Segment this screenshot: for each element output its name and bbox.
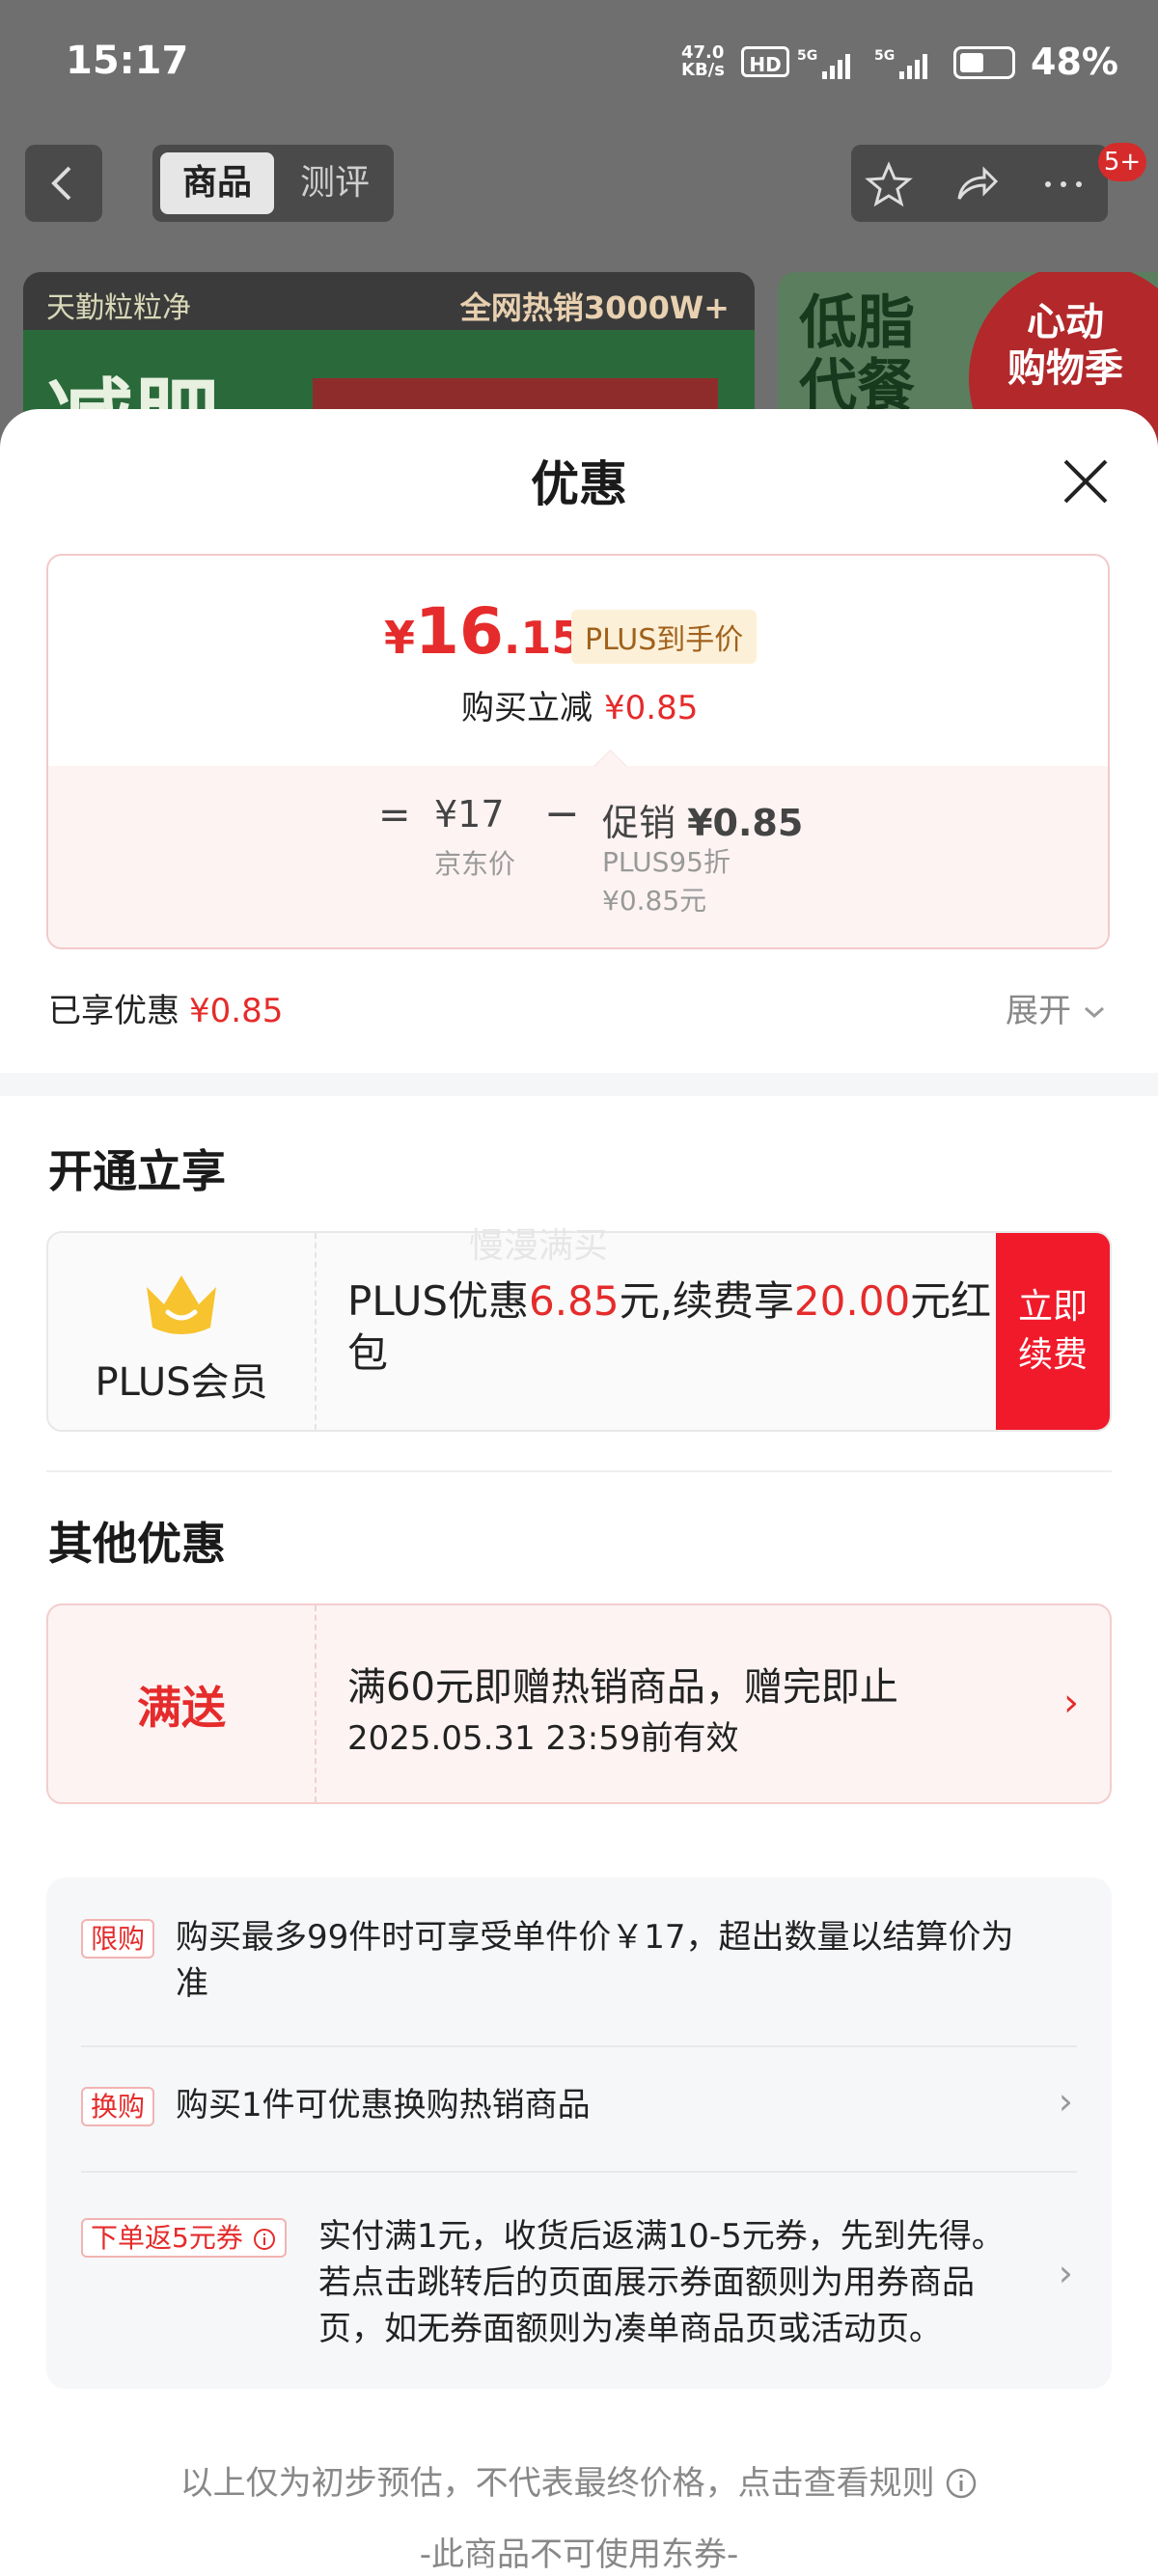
status-time: 15:17	[66, 39, 189, 83]
crown-icon	[147, 1275, 216, 1334]
top-actions	[851, 145, 1108, 222]
chevron-down-icon	[1084, 1006, 1104, 1019]
signal-icon-2: 5G	[874, 48, 938, 85]
promo-detail: PLUS95折 ¥0.85元	[602, 846, 731, 917]
estimate-disclaimer[interactable]: 以上仅为初步预估，不代表最终价格，点击查看规则	[0, 2456, 1158, 2504]
equals-sign: =	[378, 793, 411, 837]
chevron-right-icon: ›	[1063, 1681, 1079, 1725]
message-badge: 5+	[1098, 143, 1146, 181]
banner-badge: 心动 购物季	[1007, 300, 1123, 391]
renew-button[interactable]: 立即 续费	[996, 1233, 1110, 1430]
gift-description: 满60元即赠热销商品，赠完即止	[347, 1665, 898, 1710]
expand-button[interactable]: 展开	[1006, 984, 1107, 1031]
plus-price-tag: PLUS到手价	[571, 610, 758, 664]
tab-product[interactable]: 商品	[160, 152, 274, 214]
minus-sign: −	[544, 789, 580, 838]
close-icon[interactable]	[1060, 455, 1112, 507]
chevron-left-icon	[51, 166, 71, 201]
info-tag-limit: 限购	[81, 1918, 155, 1959]
network-speed: 47.0 KB/s	[681, 42, 725, 80]
other-section-title: 其他优惠	[48, 1518, 226, 1570]
info-separator	[81, 2171, 1077, 2173]
watermark: 慢漫满买	[469, 1226, 609, 1266]
back-button[interactable]	[25, 145, 102, 222]
no-coupon-note: -此商品不可使用东券-	[419, 2535, 739, 2574]
plus-member-label: PLUS会员	[95, 1360, 268, 1405]
battery-percent: 48%	[1031, 41, 1118, 83]
banner-sales: 全网热销3000W+	[459, 289, 730, 326]
more-icon[interactable]	[1034, 160, 1092, 208]
instant-reduction: 购买立减 ¥0.85	[461, 689, 699, 727]
info-row-coupon[interactable]: 下单返5元券 实付满1元，收货后返满10-5元券，先到先得。若点击跳转后的页面展…	[81, 2209, 1077, 2354]
plus-offer-text: PLUS优惠6.85元,续费享20.00元红包	[347, 1277, 992, 1377]
battery-icon	[953, 46, 1015, 79]
share-icon[interactable]	[951, 160, 1000, 208]
enjoyed-discount: 已享优惠 ¥0.85	[48, 992, 284, 1030]
svg-text:5G: 5G	[874, 48, 895, 64]
gift-tag: 满送	[137, 1682, 226, 1734]
status-bar: 15:17 47.0 KB/s HD 5G 5G 48%	[0, 0, 1158, 135]
signal-icon: 5G	[797, 48, 861, 85]
chevron-right-icon: ›	[1058, 2252, 1073, 2294]
info-tag-coupon: 下单返5元券	[81, 2217, 287, 2258]
info-icon	[947, 2468, 977, 2499]
info-icon	[253, 2229, 275, 2250]
banner-brand: 天勤粒粒净	[46, 291, 191, 325]
gift-promo-card[interactable]: 满送 满60元即赠热销商品，赠完即止 2025.05.31 23:59前有效 ›	[46, 1603, 1112, 1804]
chevron-right-icon: ›	[1058, 2080, 1073, 2123]
svg-text:5G: 5G	[797, 48, 817, 64]
jd-price-label: 京东价	[434, 848, 516, 880]
plus-final-price: ¥16.15	[384, 594, 583, 669]
info-separator	[81, 2045, 1077, 2047]
banner-title: 低脂 代餐	[799, 289, 915, 421]
gift-validity: 2025.05.31 23:59前有效	[347, 1719, 739, 1758]
info-text-exchange: 购买1件可优惠换购热销商品	[176, 2086, 591, 2124]
info-text-limit: 购买最多99件时可享受单件价￥17，超出数量以结算价为准	[176, 1918, 1014, 2003]
tab-review[interactable]: 测评	[284, 152, 386, 214]
jd-price: ¥17	[434, 793, 505, 836]
info-text-coupon: 实付满1元，收货后返满10-5元券，先到先得。若点击跳转后的页面展示券面额则为用…	[318, 2217, 1005, 2348]
page-tabs: 商品 测评	[152, 145, 394, 222]
open-section-title: 开通立享	[48, 1145, 226, 1197]
star-icon[interactable]	[865, 160, 913, 208]
hd-icon: HD	[741, 46, 789, 77]
promo-amount: 促销 ¥0.85	[602, 802, 804, 844]
info-row-exchange[interactable]: 换购 购买1件可优惠换购热销商品 ›	[81, 2076, 1077, 2150]
info-tag-exchange: 换购	[81, 2086, 155, 2126]
sheet-title: 优惠	[531, 456, 627, 512]
section-separator	[0, 1073, 1158, 1096]
divider	[46, 1470, 1112, 1472]
